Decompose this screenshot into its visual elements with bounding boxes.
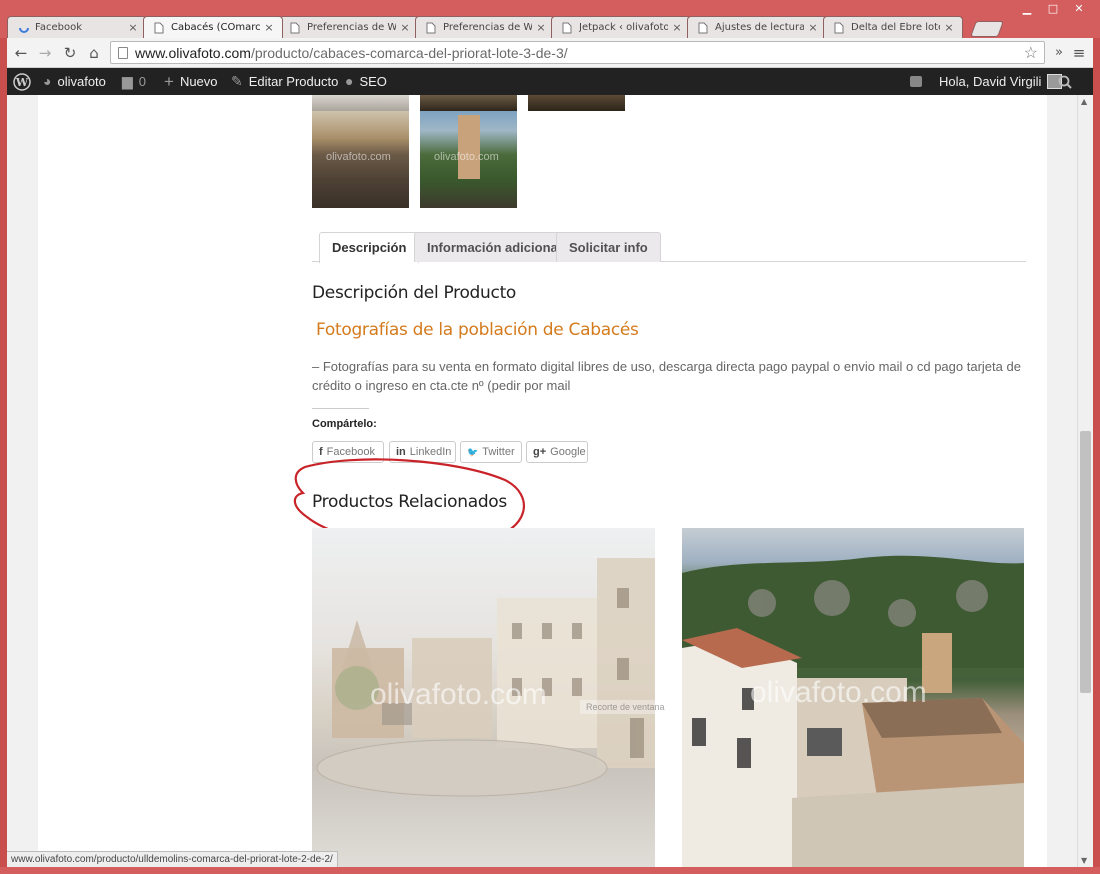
page-icon [698, 22, 710, 34]
account-menu[interactable]: Hola, David Virgili [939, 68, 1063, 95]
tab-label: Preferencias de Woo [307, 22, 396, 33]
edit-label: Editar Producto [248, 74, 339, 89]
watermark: olivafoto.com [370, 678, 547, 711]
wp-admin-bar: W ◕ olivafoto ▆ 0 + Nuevo ✎ Editar Produ… [7, 68, 1093, 95]
address-bar[interactable]: www.olivafoto.com/producto/cabaces-comar… [110, 41, 1045, 64]
plus-icon: + [164, 72, 174, 91]
site-name-menu[interactable]: ◕ olivafoto [43, 68, 106, 95]
close-window-icon[interactable]: ✕ [1066, 0, 1092, 18]
tab-label: Ajustes de lectura ‹ o [715, 22, 804, 33]
browser-toolbar: ← → ↻ ⌂ www.olivafoto.com/producto/cabac… [7, 38, 1093, 68]
edit-product-link[interactable]: ✎ Editar Producto [231, 68, 338, 95]
browser-tab[interactable]: Ajustes de lectura ‹ o × [687, 16, 827, 38]
url-path: /producto/cabaces-comarca-del-priorat-lo… [250, 45, 568, 61]
tab-label: Cabacés (COmarca d [171, 22, 260, 33]
gallery-thumbnail[interactable]: olivafoto.com [420, 111, 517, 208]
dashboard-icon: ◕ [43, 73, 52, 89]
tab-informacion-adicional[interactable]: Información adicional [414, 232, 575, 262]
home-icon[interactable]: ⌂ [84, 43, 104, 63]
greeting-text: Hola, David Virgili [939, 74, 1042, 89]
seo-menu[interactable]: ● SEO [345, 68, 387, 95]
browser-tab[interactable]: Facebook × [7, 16, 147, 38]
tab-close-icon[interactable]: × [536, 21, 546, 34]
product-description: – Fotografías para su venta en formato d… [312, 359, 1021, 393]
related-product-image[interactable]: olivafoto.com [312, 528, 655, 867]
watermark: olivafoto.com [750, 676, 927, 709]
gallery-thumbnail[interactable] [528, 95, 625, 111]
url-domain: www.olivafoto.com [135, 45, 251, 61]
page-icon [290, 22, 302, 34]
product-tabs: Descripción Información adicional Solici… [312, 231, 1026, 263]
product-subtitle: Fotografías de la población de Cabacés [316, 320, 639, 340]
window-controls: ▁ □ ✕ [1014, 0, 1092, 18]
gallery-thumbnail[interactable] [312, 95, 409, 111]
maximize-icon[interactable]: □ [1040, 0, 1066, 18]
tab-solicitar-info[interactable]: Solicitar info [556, 232, 661, 262]
reload-icon[interactable]: ↻ [60, 43, 80, 63]
new-content-menu[interactable]: + Nuevo [164, 68, 218, 95]
extensions-overflow-icon[interactable]: » [1049, 43, 1069, 63]
tab-label: Preferencias de Woo [443, 22, 532, 33]
bookmark-star-icon[interactable]: ☆ [1024, 43, 1038, 63]
share-button-label: Google [550, 446, 586, 458]
tab-label: Jetpack ‹ olivafoto — [579, 22, 668, 33]
hover-caption: Recorte de ventana [580, 700, 671, 714]
page-icon [562, 22, 574, 34]
tab-close-icon[interactable]: × [944, 21, 954, 34]
tab-close-icon[interactable]: × [264, 21, 274, 34]
share-google-button[interactable]: g+ Google [526, 441, 588, 463]
browser-tab[interactable]: Delta del Ebre lote 1 - × [823, 16, 963, 38]
browser-tab[interactable]: Preferencias de Woo × [279, 16, 419, 38]
wp-logo-icon[interactable]: W [13, 68, 31, 95]
notifications-icon[interactable] [910, 68, 922, 95]
related-product-image[interactable]: olivafoto.com [682, 528, 1024, 867]
scroll-down-arrow-icon[interactable]: ▼ [1081, 856, 1087, 865]
description-heading: Descripción del Producto [312, 283, 517, 303]
comment-bubble-icon: ▆ [122, 73, 133, 89]
bell-tower-shape [458, 115, 480, 179]
url-text: www.olivafoto.com/producto/cabaces-comar… [135, 45, 568, 61]
minimize-icon[interactable]: ▁ [1014, 0, 1040, 18]
window-frame-bottom [0, 867, 1100, 874]
browser-tabstrip: Facebook × Cabacés (COmarca d × Preferen… [7, 16, 1004, 38]
menu-icon[interactable]: ≡ [1069, 43, 1089, 63]
seo-label: SEO [359, 74, 387, 89]
tab-descripcion[interactable]: Descripción [319, 232, 420, 263]
pencil-icon: ✎ [231, 73, 243, 89]
tab-close-icon[interactable]: × [400, 21, 410, 34]
browser-tab[interactable]: Preferencias de Woo × [415, 16, 555, 38]
gallery-thumbnail[interactable]: olivafoto.com [312, 111, 409, 208]
comments-count: 0 [138, 74, 147, 89]
page-icon [154, 22, 166, 34]
search-icon[interactable] [1058, 68, 1072, 95]
comments-menu[interactable]: ▆ 0 [122, 68, 146, 95]
gallery-thumbnail[interactable] [420, 95, 517, 111]
site-name: olivafoto [57, 74, 106, 89]
watermark: olivafoto.com [434, 151, 499, 163]
share-divider [312, 408, 369, 409]
new-tab-button[interactable] [970, 21, 1004, 37]
browser-tab[interactable]: Jetpack ‹ olivafoto — × [551, 16, 691, 38]
tab-close-icon[interactable]: × [672, 21, 682, 34]
tab-label: Delta del Ebre lote 1 - [851, 22, 940, 33]
page-icon [118, 47, 128, 59]
share-label: Compártelo: [312, 418, 377, 430]
page-scrollbar[interactable]: ▲ ▼ [1077, 95, 1093, 867]
scroll-up-arrow-icon[interactable]: ▲ [1081, 97, 1087, 106]
browser-tab-active[interactable]: Cabacés (COmarca d × [143, 16, 283, 38]
seo-circle-icon: ● [345, 73, 354, 89]
tab-label: Facebook [35, 22, 82, 33]
page-icon [426, 22, 438, 34]
loading-spinner-icon [18, 22, 30, 34]
back-icon[interactable]: ← [11, 43, 31, 63]
scrollbar-thumb[interactable] [1080, 431, 1091, 693]
tab-close-icon[interactable]: × [128, 21, 138, 34]
watermark: olivafoto.com [326, 151, 391, 163]
new-label: Nuevo [179, 74, 218, 89]
browser-status-bar: www.olivafoto.com/producto/ulldemolins-c… [7, 851, 338, 867]
svg-text:W: W [15, 76, 29, 89]
forward-icon[interactable]: → [35, 43, 55, 63]
page-icon [834, 22, 846, 34]
tab-close-icon[interactable]: × [808, 21, 818, 34]
